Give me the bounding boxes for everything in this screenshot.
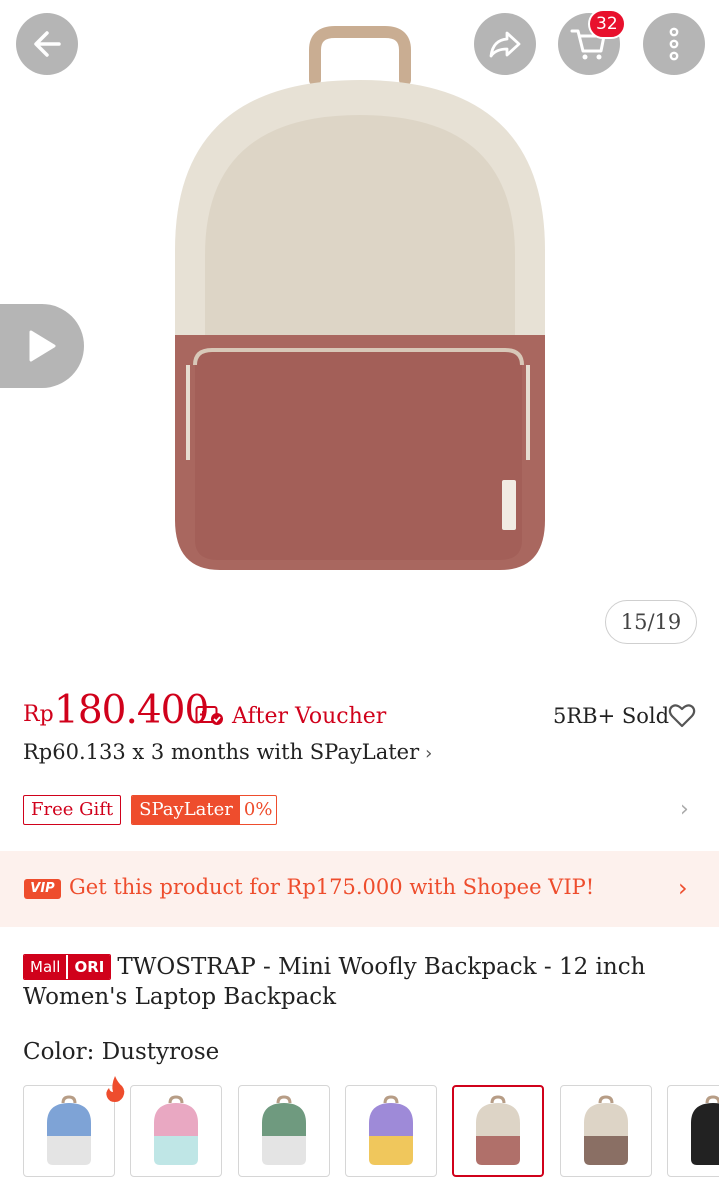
color-swatch-list	[23, 1085, 719, 1177]
swatch-backpack-thumbnail	[584, 1095, 628, 1165]
flame-icon	[106, 1076, 125, 1102]
color-swatch[interactable]	[345, 1085, 437, 1177]
swatch-backpack-thumbnail	[154, 1095, 198, 1165]
product-image-gallery[interactable]: 32 15/19	[0, 0, 719, 670]
price-row: Rp 180.400 After Voucher 5RB+ Sold	[23, 688, 703, 734]
vip-offer-text: Get this product for Rp175.000 with Shop…	[69, 875, 595, 899]
ori-badge-label: ORI	[66, 955, 111, 979]
installment-text: Rp60.133 x 3 months with SPayLater	[23, 740, 420, 764]
mall-ori-badge: Mall ORI	[23, 954, 112, 980]
spaylater-tag: SPayLater 0%	[131, 795, 278, 825]
swatch-backpack-thumbnail	[47, 1095, 91, 1165]
sold-count: 5RB+ Sold	[553, 704, 670, 728]
free-gift-tag: Free Gift	[23, 795, 122, 825]
mall-badge-label: Mall	[24, 955, 67, 979]
color-swatch[interactable]	[667, 1085, 719, 1177]
share-icon	[489, 31, 521, 58]
vip-badge: VIP	[24, 879, 61, 899]
voucher-icon	[195, 706, 223, 725]
image-counter: 15/19	[605, 600, 697, 644]
chevron-right-icon: ›	[425, 743, 433, 764]
color-swatch[interactable]	[238, 1085, 330, 1177]
share-button[interactable]	[474, 13, 536, 75]
product-image	[175, 26, 545, 570]
product-title: Mall ORI TWOSTRAP - Mini Woofly Backpack -…	[23, 952, 693, 1012]
color-swatch[interactable]	[130, 1085, 222, 1177]
spaylater-tag-label: SPayLater	[132, 796, 240, 824]
play-video-button[interactable]	[0, 304, 84, 388]
more-button[interactable]	[643, 13, 705, 75]
after-voucher-label: After Voucher	[232, 704, 387, 729]
variation-label: Color: Dustyrose	[23, 1039, 220, 1065]
color-swatch[interactable]	[23, 1085, 115, 1177]
shopee-vip-banner[interactable]: VIP Get this product for Rp175.000 with …	[0, 851, 719, 927]
promo-tags[interactable]: Free Gift SPayLater 0%	[23, 795, 278, 825]
color-swatch[interactable]	[452, 1085, 544, 1177]
product-title-text: TWOSTRAP - Mini Woofly Backpack - 12 inc…	[23, 954, 646, 1010]
swatch-backpack-thumbnail	[369, 1095, 413, 1165]
chevron-right-icon[interactable]: ›	[680, 797, 689, 822]
currency-symbol: Rp	[23, 702, 54, 727]
back-button[interactable]	[16, 13, 78, 75]
swatch-backpack-thumbnail	[691, 1095, 719, 1165]
spaylater-installment[interactable]: Rp60.133 x 3 months with SPayLater ›	[23, 740, 432, 764]
swatch-backpack-thumbnail	[476, 1095, 520, 1165]
spaylater-tag-rate: 0%	[243, 799, 273, 820]
play-icon	[29, 330, 56, 362]
back-arrow-icon	[34, 31, 61, 57]
swatch-backpack-thumbnail	[262, 1095, 306, 1165]
more-vertical-icon	[669, 27, 679, 61]
price-amount: 180.400	[54, 688, 209, 733]
cart-count-badge: 32	[588, 9, 626, 39]
favorite-heart-icon[interactable]	[668, 703, 696, 729]
chevron-right-icon: ›	[678, 874, 688, 902]
color-swatch[interactable]	[560, 1085, 652, 1177]
